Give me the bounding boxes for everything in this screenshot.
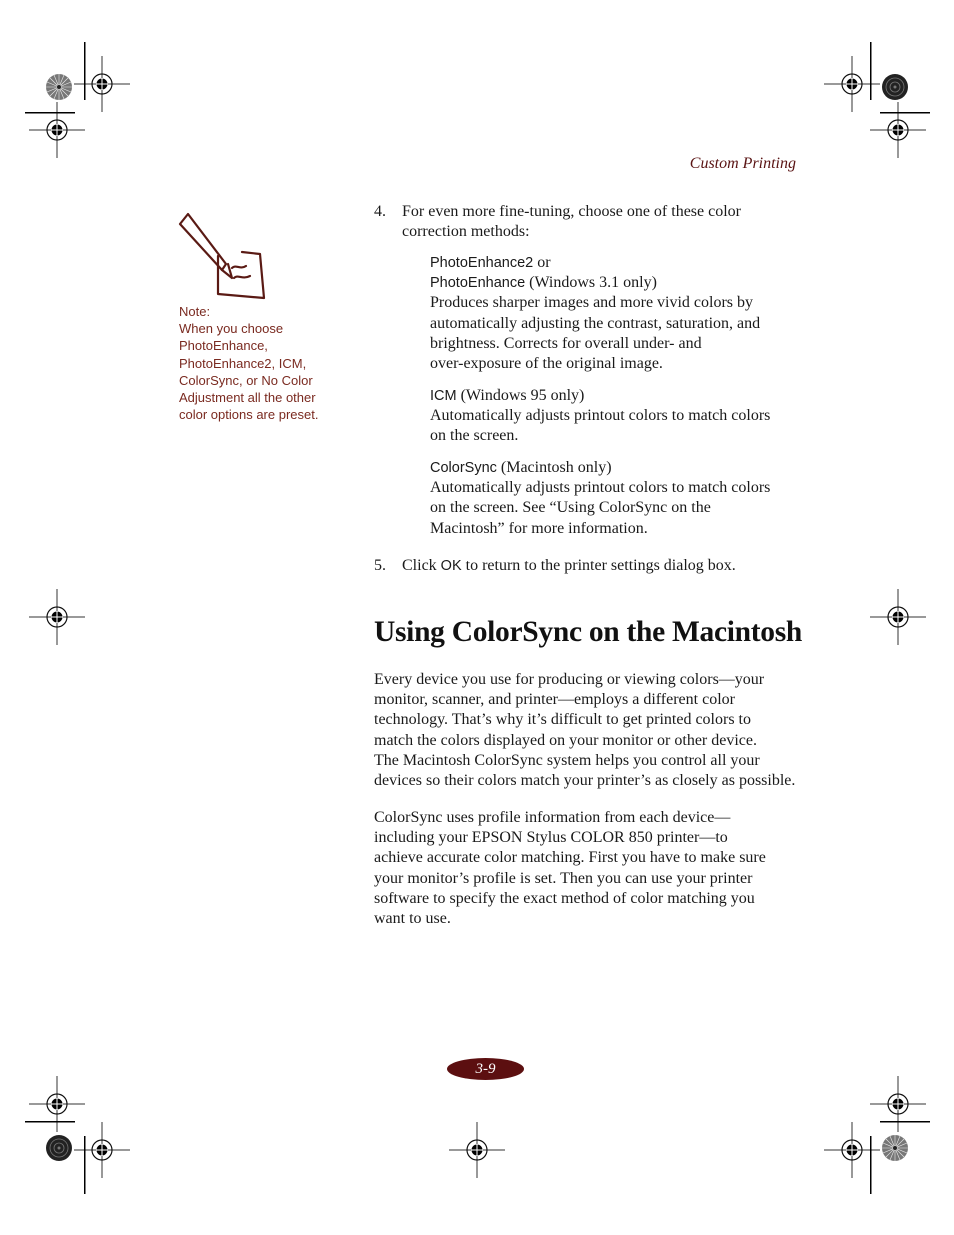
- ok-ui-term: OK: [440, 558, 462, 574]
- method-description-line: Produces sharper images and more vivid c…: [430, 294, 754, 312]
- note-line: PhotoEnhance2, ICM,: [179, 355, 307, 371]
- crosshair-mark-top-left-1: [73, 55, 131, 113]
- method-name: PhotoEnhance2: [430, 255, 534, 271]
- crosshair-mark-bottom-left-1: [28, 1075, 86, 1133]
- method-description-line: brightness. Corrects for overall under- …: [430, 334, 702, 352]
- dark-target-top-right: [881, 73, 909, 101]
- crosshair-mark-mid-right: [869, 588, 927, 646]
- step-text-line: correction methods:: [402, 223, 530, 241]
- method-qualifier: (Windows 3.1 only): [525, 274, 657, 292]
- method-name: ColorSync: [430, 460, 497, 476]
- method-name: PhotoEnhance: [430, 275, 526, 292]
- paragraph-line: including your EPSON Stylus COLOR 850 pr…: [374, 829, 728, 847]
- crosshair-mark-top-left-2: [28, 101, 86, 159]
- star-target-bottom-right: [881, 1134, 909, 1162]
- method-qualifier: (Macintosh only): [496, 459, 612, 476]
- paragraph-line: want to use.: [374, 910, 451, 928]
- method-name: ICM: [430, 388, 457, 404]
- step-5: 5. Click OK to return to the printer set…: [374, 556, 794, 576]
- running-head: Custom Printing: [689, 155, 796, 172]
- note-line: Adjustment all the other: [179, 390, 316, 406]
- page-number-badge: 3-9: [447, 1058, 524, 1080]
- note-line: When you choose: [179, 321, 284, 337]
- paragraph-line: devices so their colors match your print…: [374, 772, 796, 790]
- pencil-note-icon: [178, 212, 266, 300]
- note-line: color options are preset.: [179, 407, 319, 423]
- paragraph-line: monitor, scanner, and printer—employs a …: [374, 691, 735, 709]
- paragraph-line: match the colors displayed on your monit…: [374, 731, 758, 749]
- dark-target-bottom-left: [45, 1134, 73, 1162]
- method-description-line: Automatically adjusts printout colors to…: [430, 479, 771, 497]
- paragraph-line: software to specify the exact method of …: [374, 889, 755, 907]
- method-icm: ICM (Windows 95 only) Automatically adju…: [430, 386, 800, 447]
- step-number: 4.: [374, 203, 386, 220]
- note-line: PhotoEnhance,: [179, 338, 268, 354]
- paragraph-2: ColorSync uses profile information from …: [374, 808, 799, 929]
- method-description-line: automatically adjusting the contrast, sa…: [430, 314, 761, 332]
- method-name-suffix: or: [533, 254, 551, 271]
- note: Note: When you choose PhotoEnhance, Phot…: [179, 303, 344, 423]
- crosshair-mark-bottom-left-2: [73, 1121, 131, 1179]
- paragraph-line: achieve accurate color matching. First y…: [374, 849, 766, 867]
- method-photoenhance: PhotoEnhance2 or PhotoEnhance (Windows 3…: [430, 253, 800, 374]
- note-label: Note:: [179, 304, 211, 319]
- section-heading: Using ColorSync on the Macintosh: [374, 616, 803, 648]
- crosshair-mark-bottom-center: [448, 1121, 506, 1179]
- crosshair-mark-bottom-right-2: [823, 1121, 881, 1179]
- method-description-line: Macintosh” for more information.: [430, 519, 648, 537]
- crosshair-mark-top-right-1: [823, 55, 881, 113]
- paragraph-line: your monitor’s profile is set. Then you …: [374, 869, 753, 887]
- star-target-top-left: [45, 73, 73, 101]
- paragraph-line: Every device you use for producing or vi…: [374, 671, 765, 688]
- method-description-line: over-exposure of the original image.: [430, 355, 663, 373]
- method-description-line: on the screen.: [430, 427, 519, 445]
- paragraph-line: ColorSync uses profile information from …: [374, 809, 731, 826]
- method-qualifier: (Windows 95 only): [456, 387, 585, 404]
- step-text-line: For even more fine-tuning, choose one of…: [402, 203, 742, 220]
- method-description-line: Automatically adjusts printout colors to…: [430, 407, 771, 425]
- crosshair-mark-top-right-2: [869, 101, 927, 159]
- step-text: to return to the printer settings dialog…: [461, 557, 736, 574]
- step-text: Click: [402, 557, 441, 574]
- crosshair-mark-bottom-right-1: [869, 1075, 927, 1133]
- crosshair-mark-mid-left: [28, 588, 86, 646]
- method-colorsync: ColorSync (Macintosh only) Automatically…: [430, 458, 800, 539]
- paragraph-line: The Macintosh ColorSync system helps you…: [374, 751, 760, 769]
- paragraph-1: Every device you use for producing or vi…: [374, 670, 799, 791]
- paragraph-line: technology. That’s why it’s difficult to…: [374, 711, 751, 729]
- step-4: 4. For even more fine-tuning, choose one…: [374, 202, 794, 242]
- note-line: ColorSync, or No Color: [179, 372, 313, 388]
- step-number: 5.: [374, 557, 386, 574]
- method-description-line: on the screen. See “Using ColorSync on t…: [430, 499, 711, 517]
